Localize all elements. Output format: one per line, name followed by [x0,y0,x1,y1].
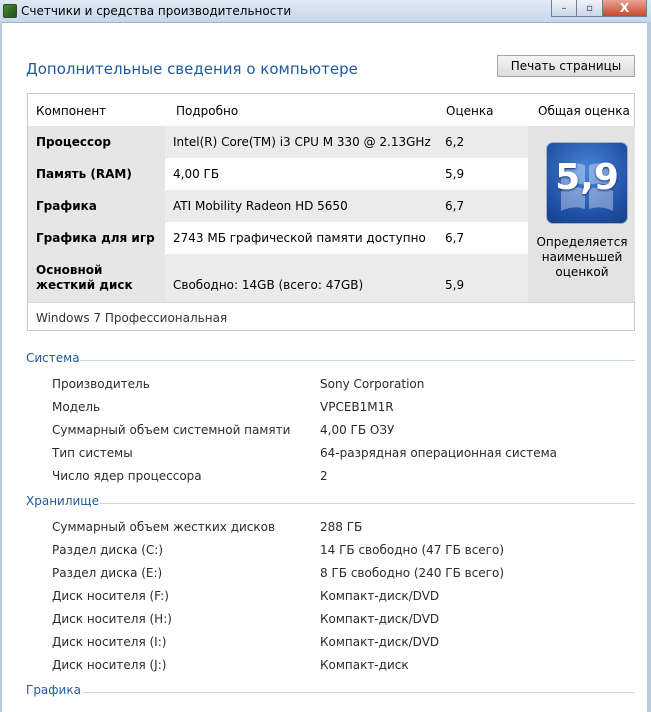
prop-label-system-type: Тип системы [52,446,133,460]
score-row-graphics: Графика ATI Mobility Radeon HD 5650 6,7 [28,190,528,222]
prop-label-manufacturer: Производитель [52,377,150,391]
close-button[interactable]: X [603,0,647,17]
score-detail: 4,00 ГБ [173,167,220,181]
column-header-score: Оценка [446,104,494,118]
score-component: Графика для игр [36,231,155,245]
overall-score-note: Определяется наименьшей оценкой [536,235,628,279]
score-value: 5,9 [445,167,465,181]
window-title: Счетчики и средства производительности [21,4,292,18]
prop-label-core-count: Число ядер процессора [52,469,202,483]
prop-label-media-j: Диск носителя (J:) [52,658,167,672]
score-row-cpu: Процессор Intel(R) Core(TM) i3 CPU M 330… [28,126,528,158]
score-detail: ATI Mobility Radeon HD 5650 [173,199,348,213]
prop-value-partition-e: 8 ГБ свободно (240 ГБ всего) [320,566,505,580]
score-value: 5,9 [445,278,465,292]
prop-value-media-h: Компакт-диск/DVD [320,612,440,626]
score-value: 6,2 [445,135,465,149]
score-component: Процессор [36,135,111,149]
prop-label-total-memory: Суммарный объем системной памяти [52,423,291,437]
prop-label-total-disk: Суммарный объем жестких дисков [52,520,276,534]
column-header-details: Подробно [176,104,239,118]
prop-value-media-i: Компакт-диск/DVD [320,635,440,649]
prop-label-model: Модель [52,400,101,414]
prop-value-core-count: 2 [320,469,328,483]
prop-value-total-memory: 4,00 ГБ ОЗУ [320,423,395,437]
overall-score-value: 5,9 [555,157,619,198]
print-page-button[interactable]: Печать страницы [497,55,635,77]
prop-value-total-disk: 288 ГБ [320,520,363,534]
section-rule [82,692,635,693]
section-title-system: Система [26,351,80,365]
prop-label-media-h: Диск носителя (H:) [52,612,172,626]
scores-divider [28,302,634,303]
prop-label-media-i: Диск носителя (I:) [52,635,167,649]
score-value: 6,7 [445,199,465,213]
prop-value-manufacturer: Sony Corporation [320,377,425,391]
prop-value-media-j: Компакт-диск [320,658,409,672]
score-row-memory: Память (RAM) 4,00 ГБ 5,9 [28,158,528,190]
scores-panel: Компонент Подробно Оценка Общая оценка П… [27,93,635,331]
window-titlebar[interactable]: Счетчики и средства производительности –… [0,0,651,23]
prop-label-media-f: Диск носителя (F:) [52,589,169,603]
score-detail: Свободно: 14GB (всего: 47GB) [173,278,364,292]
window-frame-left [0,22,2,712]
prop-value-model: VPCEB1M1R [320,400,394,414]
window-controls: – ▫ X [551,0,647,18]
overall-score-badge: 5,9 [546,142,628,224]
maximize-button[interactable]: ▫ [577,0,603,17]
score-detail: Intel(R) Core(TM) i3 CPU M 330 @ 2.13GHz [173,135,431,149]
prop-value-partition-c: 14 ГБ свободно (47 ГБ всего) [320,543,505,557]
score-detail: 2743 МБ графической памяти доступно [173,231,426,245]
column-header-overall: Общая оценка [538,104,630,118]
score-component: Основной жесткий диск [36,263,133,292]
section-title-storage: Хранилище [26,494,99,508]
score-row-primary-disk: Основной жесткий диск Свободно: 14GB (вс… [28,254,528,302]
prop-value-system-type: 64-разрядная операционная система [320,446,558,460]
section-rule [80,360,635,361]
prop-value-media-f: Компакт-диск/DVD [320,589,440,603]
minimize-button[interactable]: – [551,0,577,17]
prop-label-partition-e: Раздел диска (E:) [52,566,163,580]
window-frame-right [647,22,651,712]
windows-edition: Windows 7 Профессиональная [36,311,228,325]
section-title-graphics: Графика [26,683,81,697]
app-icon [3,4,17,18]
score-value: 6,7 [445,231,465,245]
column-header-component: Компонент [36,104,107,118]
prop-label-partition-c: Раздел диска (C:) [52,543,164,557]
page-title: Дополнительные сведения о компьютере [26,60,358,78]
score-row-gaming-graphics: Графика для игр 2743 МБ графической памя… [28,222,528,254]
score-component: Память (RAM) [36,167,132,181]
section-rule [100,503,635,504]
score-component: Графика [36,199,97,213]
